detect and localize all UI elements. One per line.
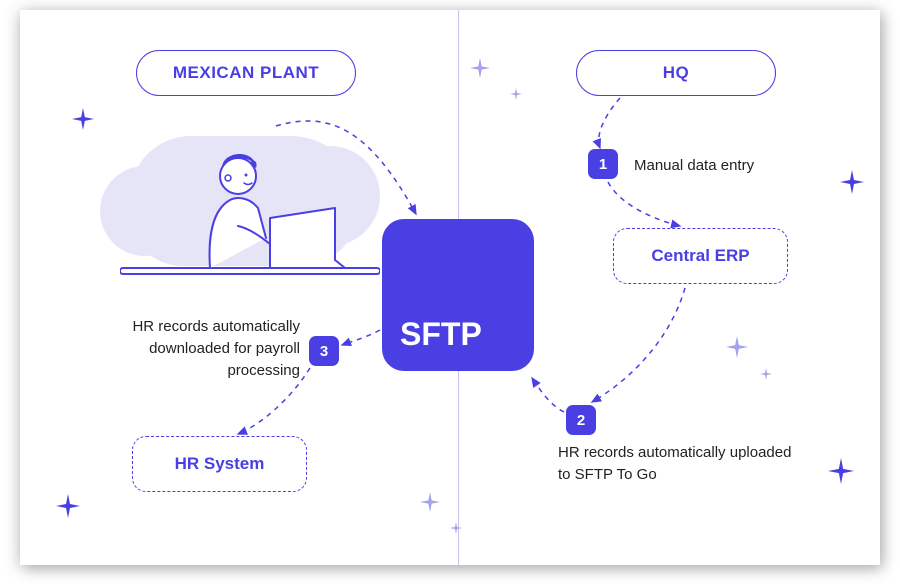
step-1-text: Manual data entry xyxy=(634,155,754,177)
sparkle-icon xyxy=(840,170,864,194)
sparkle-icon xyxy=(450,522,462,534)
step-2-text: HR records automatically uploaded to SFT… xyxy=(558,442,798,486)
sparkle-icon xyxy=(470,58,490,78)
person-laptop-icon xyxy=(120,128,380,298)
sparkle-icon xyxy=(828,458,854,484)
sparkle-icon xyxy=(72,108,94,130)
sparkle-icon xyxy=(56,494,80,518)
step-3-text: HR records automatically downloaded for … xyxy=(110,316,300,381)
step-badge-1: 1 xyxy=(588,149,618,179)
person-at-laptop-illustration xyxy=(90,118,390,298)
sparkle-icon xyxy=(510,88,522,100)
sparkle-icon xyxy=(726,336,748,358)
sftp-block: SFTP xyxy=(382,219,534,371)
diagram-canvas: MEXICAN PLANT HQ SFTP xyxy=(20,10,880,565)
mexican-plant-title: MEXICAN PLANT xyxy=(136,50,356,96)
hr-system-box: HR System xyxy=(132,436,307,492)
sftp-label: SFTP xyxy=(400,316,482,353)
hq-title: HQ xyxy=(576,50,776,96)
step-badge-2: 2 xyxy=(566,405,596,435)
sparkle-icon xyxy=(420,492,440,512)
central-erp-box: Central ERP xyxy=(613,228,788,284)
step-badge-3: 3 xyxy=(309,336,339,366)
sparkle-icon xyxy=(760,368,772,380)
